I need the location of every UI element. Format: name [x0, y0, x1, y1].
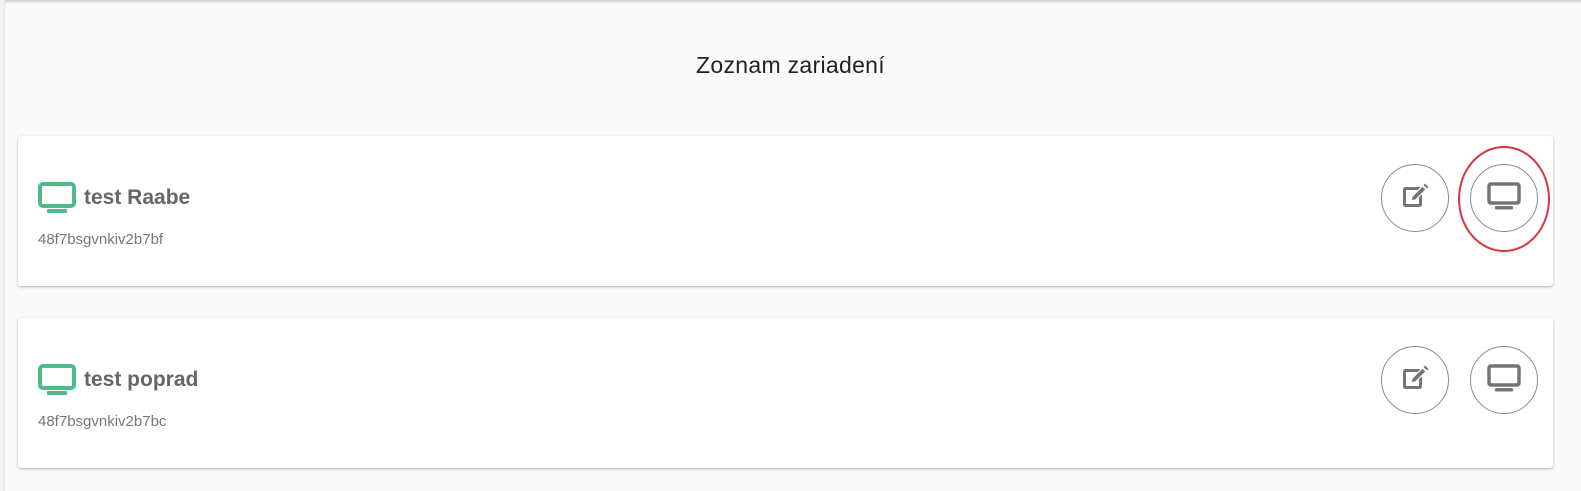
- device-card: test poprad 48f7bsgvnkiv2b7bc: [18, 318, 1553, 468]
- edit-device-button[interactable]: [1381, 164, 1449, 232]
- page-title: Zoznam zariadení: [696, 52, 885, 78]
- monitor-icon: [1487, 363, 1521, 398]
- edit-icon: [1400, 363, 1430, 398]
- monitor-icon: [1487, 181, 1521, 216]
- show-device-screen-button[interactable]: [1470, 164, 1538, 232]
- device-name: test poprad: [84, 368, 199, 391]
- device-name: test Raabe: [84, 186, 191, 209]
- top-shadow: [0, 0, 1581, 3]
- device-header: test Raabe: [38, 182, 190, 214]
- monitor-icon: [38, 182, 76, 214]
- device-card: test Raabe 48f7bsgvnkiv2b7bf: [18, 136, 1553, 286]
- edit-icon: [1400, 181, 1430, 216]
- edit-device-button[interactable]: [1381, 346, 1449, 414]
- device-id: 48f7bsgvnkiv2b7bc: [38, 413, 167, 430]
- device-id: 48f7bsgvnkiv2b7bf: [38, 231, 164, 248]
- show-device-screen-button[interactable]: [1470, 346, 1538, 414]
- monitor-icon: [38, 364, 76, 396]
- device-header: test poprad: [38, 364, 198, 396]
